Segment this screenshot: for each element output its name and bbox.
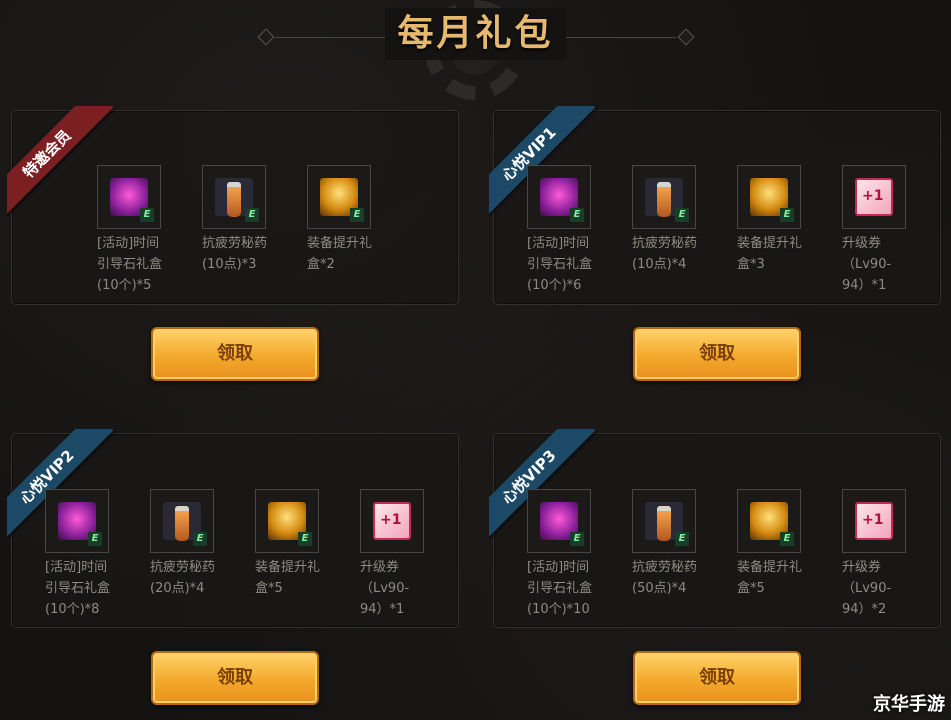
reward-item[interactable]: E 抗疲劳秘药 (10点)*4 bbox=[632, 165, 732, 275]
reward-item[interactable]: 升级券 （Lv90- 94）*2 bbox=[842, 489, 942, 620]
level-ticket-icon bbox=[855, 178, 893, 216]
header: 每月礼包 bbox=[0, 0, 951, 100]
reward-name: 升级券 （Lv90- 94）*2 bbox=[842, 560, 892, 617]
divider bbox=[566, 37, 676, 38]
reward-name: [活动]时间 引导石礼盒 (10个)*5 bbox=[97, 236, 163, 293]
claim-button-special-member[interactable]: 领取 bbox=[151, 327, 319, 381]
claim-button-vip1[interactable]: 领取 bbox=[633, 327, 801, 381]
reward-item[interactable]: E 抗疲劳秘药 (20点)*4 bbox=[150, 489, 250, 599]
divider bbox=[275, 37, 385, 38]
reward-item[interactable]: E 抗疲劳秘药 (10点)*3 bbox=[202, 165, 302, 275]
reward-name: 抗疲劳秘药 (10点)*4 bbox=[632, 236, 698, 272]
reward-name: 抗疲劳秘药 (50点)*4 bbox=[632, 560, 698, 596]
reward-name: 升级券 （Lv90- 94）*1 bbox=[842, 236, 892, 293]
reward-item[interactable]: E 装备提升礼 盒*2 bbox=[307, 165, 407, 275]
reward-item[interactable]: E 装备提升礼 盒*5 bbox=[255, 489, 355, 599]
level-ticket-icon bbox=[373, 502, 411, 540]
reward-name: 抗疲劳秘药 (20点)*4 bbox=[150, 560, 216, 596]
reward-item[interactable]: E [活动]时间 引导石礼盒 (10个)*5 bbox=[97, 165, 197, 296]
watermark: 京华手游 bbox=[873, 694, 945, 715]
claim-button-vip2[interactable]: 领取 bbox=[151, 651, 319, 705]
reward-name: 升级券 （Lv90- 94）*1 bbox=[360, 560, 410, 617]
diamond-ornament-icon bbox=[677, 28, 695, 46]
claim-button-vip3[interactable]: 领取 bbox=[633, 651, 801, 705]
reward-item[interactable]: E [活动]时间 引导石礼盒 (10个)*6 bbox=[527, 165, 627, 296]
reward-name: 装备提升礼 盒*5 bbox=[255, 560, 321, 596]
diamond-ornament-icon bbox=[257, 28, 275, 46]
reward-name: 抗疲劳秘药 (10点)*3 bbox=[202, 236, 268, 272]
reward-name: [活动]时间 引导石礼盒 (10个)*6 bbox=[527, 236, 593, 293]
page-title: 每月礼包 bbox=[385, 8, 566, 60]
reward-item[interactable]: 升级券 （Lv90- 94）*1 bbox=[360, 489, 460, 620]
reward-item[interactable]: 升级券 （Lv90- 94）*1 bbox=[842, 165, 942, 296]
reward-item[interactable]: E [活动]时间 引导石礼盒 (10个)*10 bbox=[527, 489, 627, 620]
reward-item[interactable]: E 装备提升礼 盒*3 bbox=[737, 165, 837, 275]
reward-item[interactable]: E 装备提升礼 盒*5 bbox=[737, 489, 837, 599]
reward-name: 装备提升礼 盒*2 bbox=[307, 236, 373, 272]
reward-name: [活动]时间 引导石礼盒 (10个)*8 bbox=[45, 560, 111, 617]
level-ticket-icon bbox=[855, 502, 893, 540]
reward-name: 装备提升礼 盒*3 bbox=[737, 236, 803, 272]
reward-item[interactable]: E 抗疲劳秘药 (50点)*4 bbox=[632, 489, 732, 599]
reward-name: [活动]时间 引导石礼盒 (10个)*10 bbox=[527, 560, 593, 617]
reward-name: 装备提升礼 盒*5 bbox=[737, 560, 803, 596]
reward-item[interactable]: E [活动]时间 引导石礼盒 (10个)*8 bbox=[45, 489, 145, 620]
